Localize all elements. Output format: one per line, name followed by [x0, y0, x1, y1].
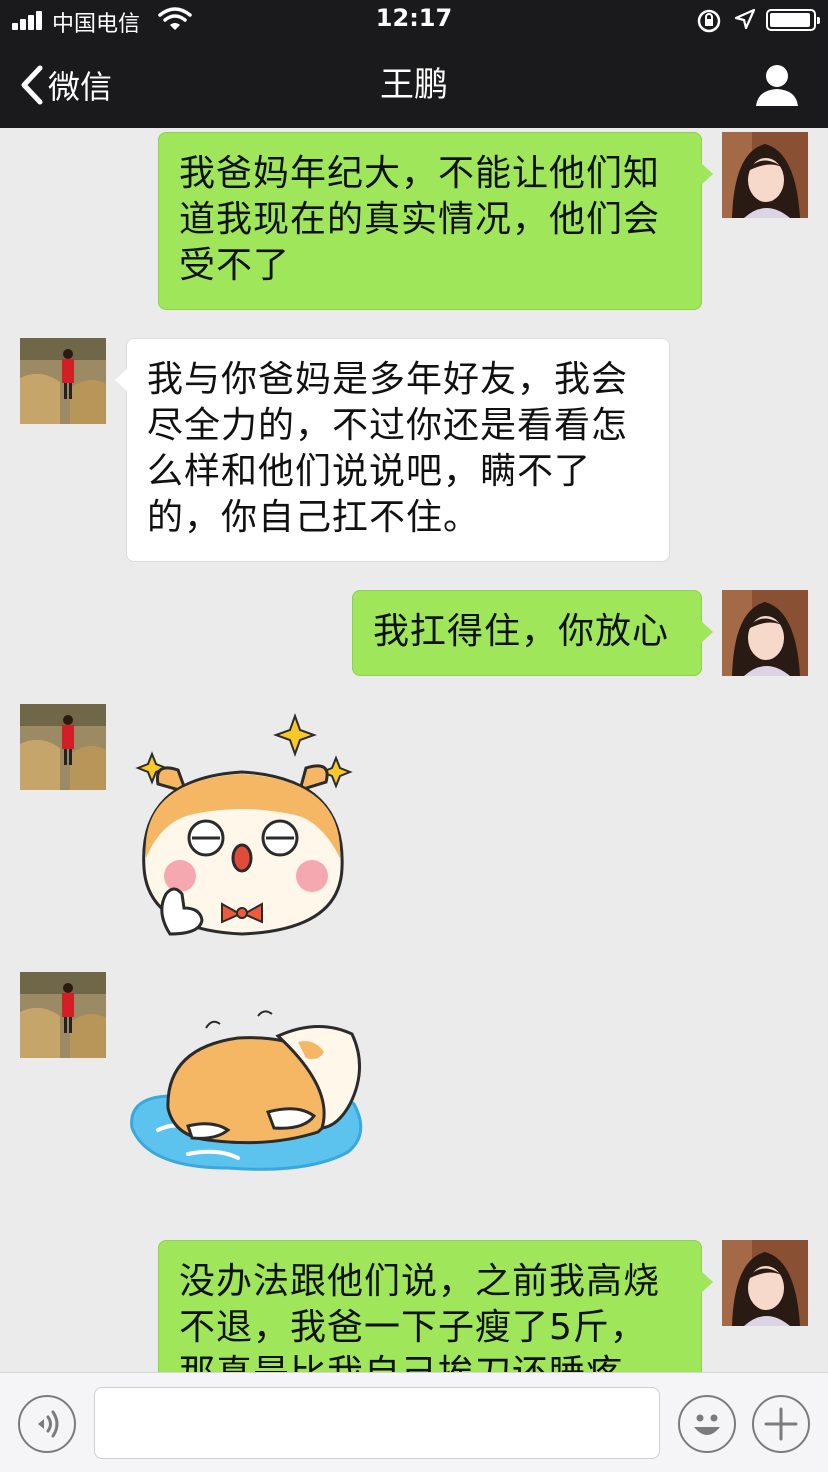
my-avatar[interactable]	[722, 132, 808, 218]
outgoing-message[interactable]: 我扛得住，你放心	[352, 590, 713, 676]
incoming-message[interactable]: 我与你爸妈是多年好友，我会尽全力的，不过你还是看看怎么样和他们说说吧，瞒不了的，…	[115, 338, 670, 562]
chat-title: 王鹏	[380, 65, 448, 105]
battery-level	[770, 13, 810, 27]
input-bar	[0, 1372, 828, 1472]
status-bar: 中国电信 12:17	[0, 0, 828, 40]
my-avatar[interactable]	[722, 1240, 808, 1326]
message-text: 没办法跟他们说，之前我高烧不退，我爸一下子瘦了5斤，那真是比我自己挨刀还睡疼	[179, 1261, 661, 1372]
message-input[interactable]	[94, 1387, 660, 1459]
message-list[interactable]: 我爸妈年纪大，不能让他们知道我现在的真实情况，他们会受不了 我与你爸妈是多年好友…	[0, 128, 828, 1372]
voice-icon	[38, 1410, 59, 1438]
location-icon	[734, 8, 756, 30]
emoji-button[interactable]	[678, 1395, 736, 1453]
voice-button[interactable]	[18, 1395, 76, 1453]
person-icon[interactable]	[752, 62, 802, 108]
battery-icon	[766, 9, 820, 31]
contact-avatar[interactable]	[20, 338, 106, 424]
my-avatar[interactable]	[722, 590, 808, 676]
message-text: 我爸妈年纪大，不能让他们知道我现在的真实情况，他们会受不了	[179, 153, 661, 286]
message-text: 我扛得住，你放心	[373, 611, 670, 652]
outgoing-message[interactable]: 没办法跟他们说，之前我高烧不退，我爸一下子瘦了5斤，那真是比我自己挨刀还睡疼	[158, 1240, 713, 1372]
outgoing-message[interactable]: 我爸妈年纪大，不能让他们知道我现在的真实情况，他们会受不了	[158, 132, 713, 310]
contact-avatar[interactable]	[20, 972, 106, 1058]
nav-header: 中国电信 12:17 微信 王鹏	[0, 0, 828, 128]
contact-avatar[interactable]	[20, 704, 106, 790]
more-button[interactable]	[752, 1395, 810, 1453]
surprised-hamster-sticker[interactable]	[130, 708, 360, 938]
rotation-lock-icon	[697, 9, 721, 33]
message-text: 我与你爸妈是多年好友，我会尽全力的，不过你还是看看怎么样和他们说说吧，瞒不了的，…	[147, 359, 629, 538]
emoji-icon	[694, 1414, 720, 1435]
plus-icon	[764, 1407, 798, 1441]
melting-hamster-sticker[interactable]	[128, 1008, 368, 1178]
